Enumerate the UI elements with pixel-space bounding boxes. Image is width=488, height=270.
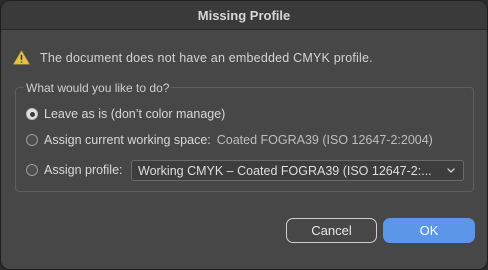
radio-assign-working-space[interactable] (26, 134, 38, 146)
ok-button-label: OK (419, 223, 439, 238)
warning-message: The document does not have an embedded C… (40, 50, 373, 65)
title-bar: Missing Profile (1, 1, 487, 30)
options-group-label: What would you like to do? (24, 81, 172, 95)
dialog-title: Missing Profile (197, 7, 291, 23)
warning-icon (13, 50, 30, 65)
cancel-button[interactable]: Cancel (286, 218, 377, 243)
option-assign-working-space[interactable]: Assign current working space: Coated FOG… (26, 133, 433, 147)
option-assign-profile[interactable]: Assign profile: (26, 163, 123, 177)
radio-assign-profile[interactable] (26, 164, 38, 176)
working-space-profile-name: Coated FOGRA39 (ISO 12647-2:2004) (216, 133, 433, 147)
warning-message-row: The document does not have an embedded C… (13, 50, 373, 65)
profile-select[interactable]: Working CMYK – Coated FOGRA39 (ISO 12647… (131, 160, 464, 181)
option-assign-profile-label: Assign profile: (44, 163, 123, 177)
missing-profile-dialog: Missing Profile The document does not ha… (0, 0, 488, 270)
radio-leave-as-is[interactable] (26, 108, 38, 120)
chevron-updown-icon (445, 164, 457, 176)
option-leave-as-is-label: Leave as is (don’t color manage) (44, 107, 226, 121)
ok-button[interactable]: OK (383, 218, 475, 243)
profile-select-value: Working CMYK – Coated FOGRA39 (ISO 12647… (138, 163, 432, 178)
option-leave-as-is[interactable]: Leave as is (don’t color manage) (26, 107, 225, 121)
option-assign-working-space-label: Assign current working space: (44, 133, 211, 147)
cancel-button-label: Cancel (311, 223, 352, 238)
